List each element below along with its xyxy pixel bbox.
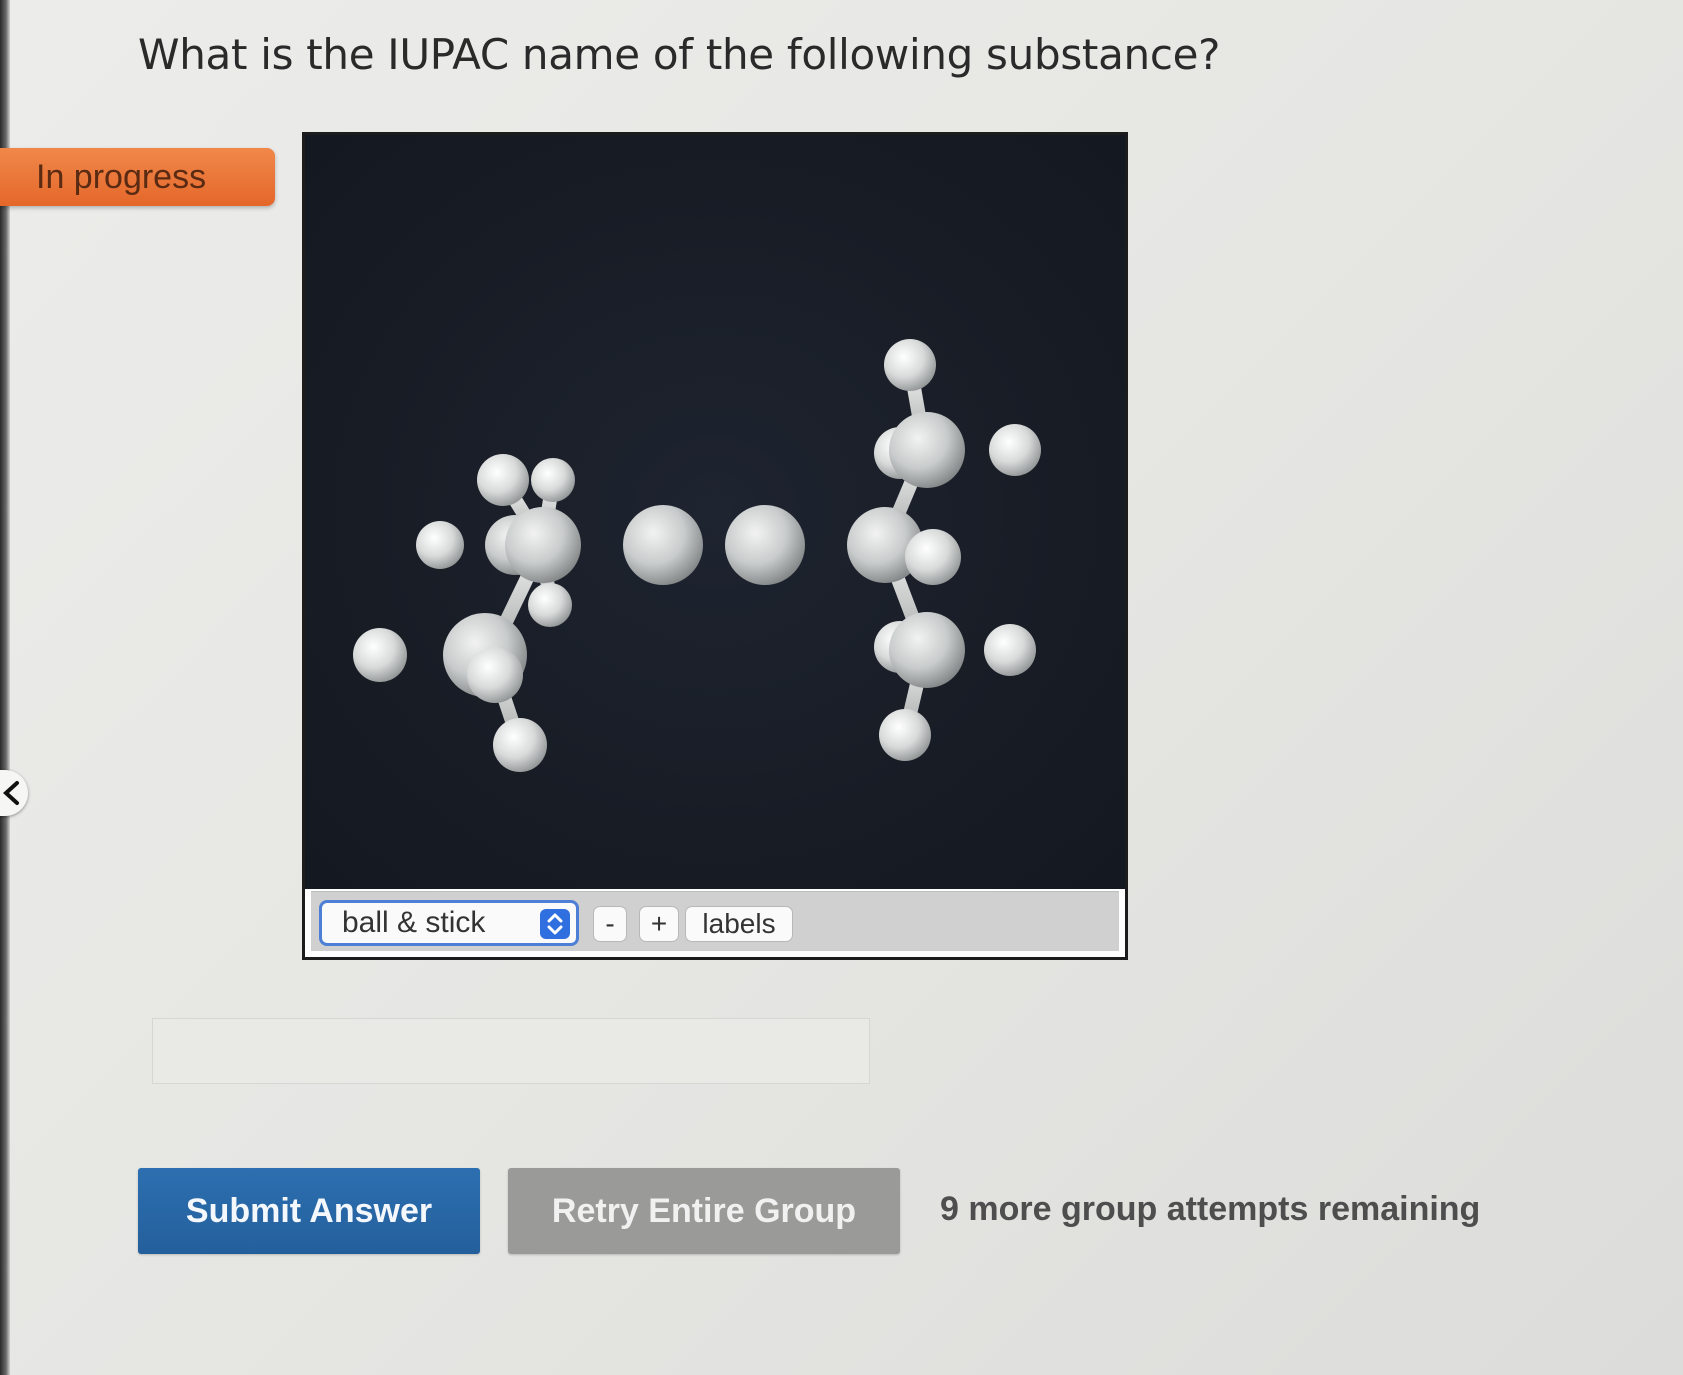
answer-input[interactable] (152, 1018, 870, 1084)
labels-toggle-button[interactable]: labels (685, 906, 793, 942)
viewer-toolbar: ball & stick - + labels (311, 891, 1119, 951)
molecule-3d-model[interactable] (305, 135, 1125, 889)
status-badge: In progress (0, 148, 275, 206)
molecule-canvas[interactable] (305, 135, 1125, 889)
select-arrows-icon (540, 909, 570, 939)
molecule-viewer: ball & stick - + labels (302, 132, 1128, 960)
atoms (353, 339, 1041, 772)
page: What is the IUPAC name of the following … (0, 0, 1683, 1375)
submit-answer-button[interactable]: Submit Answer (138, 1168, 480, 1254)
display-style-value: ball & stick (342, 906, 486, 939)
collapse-sidebar-tab[interactable] (0, 770, 28, 816)
zoom-in-button[interactable]: + (639, 906, 679, 942)
chevron-left-icon (3, 781, 19, 805)
retry-entire-group-button[interactable]: Retry Entire Group (508, 1168, 900, 1254)
attempts-remaining-text: 9 more group attempts remaining (940, 1190, 1481, 1228)
screen-edge (0, 0, 10, 1375)
display-style-select[interactable]: ball & stick (319, 900, 579, 946)
question-text: What is the IUPAC name of the following … (138, 30, 1221, 79)
zoom-out-button[interactable]: - (593, 906, 627, 942)
